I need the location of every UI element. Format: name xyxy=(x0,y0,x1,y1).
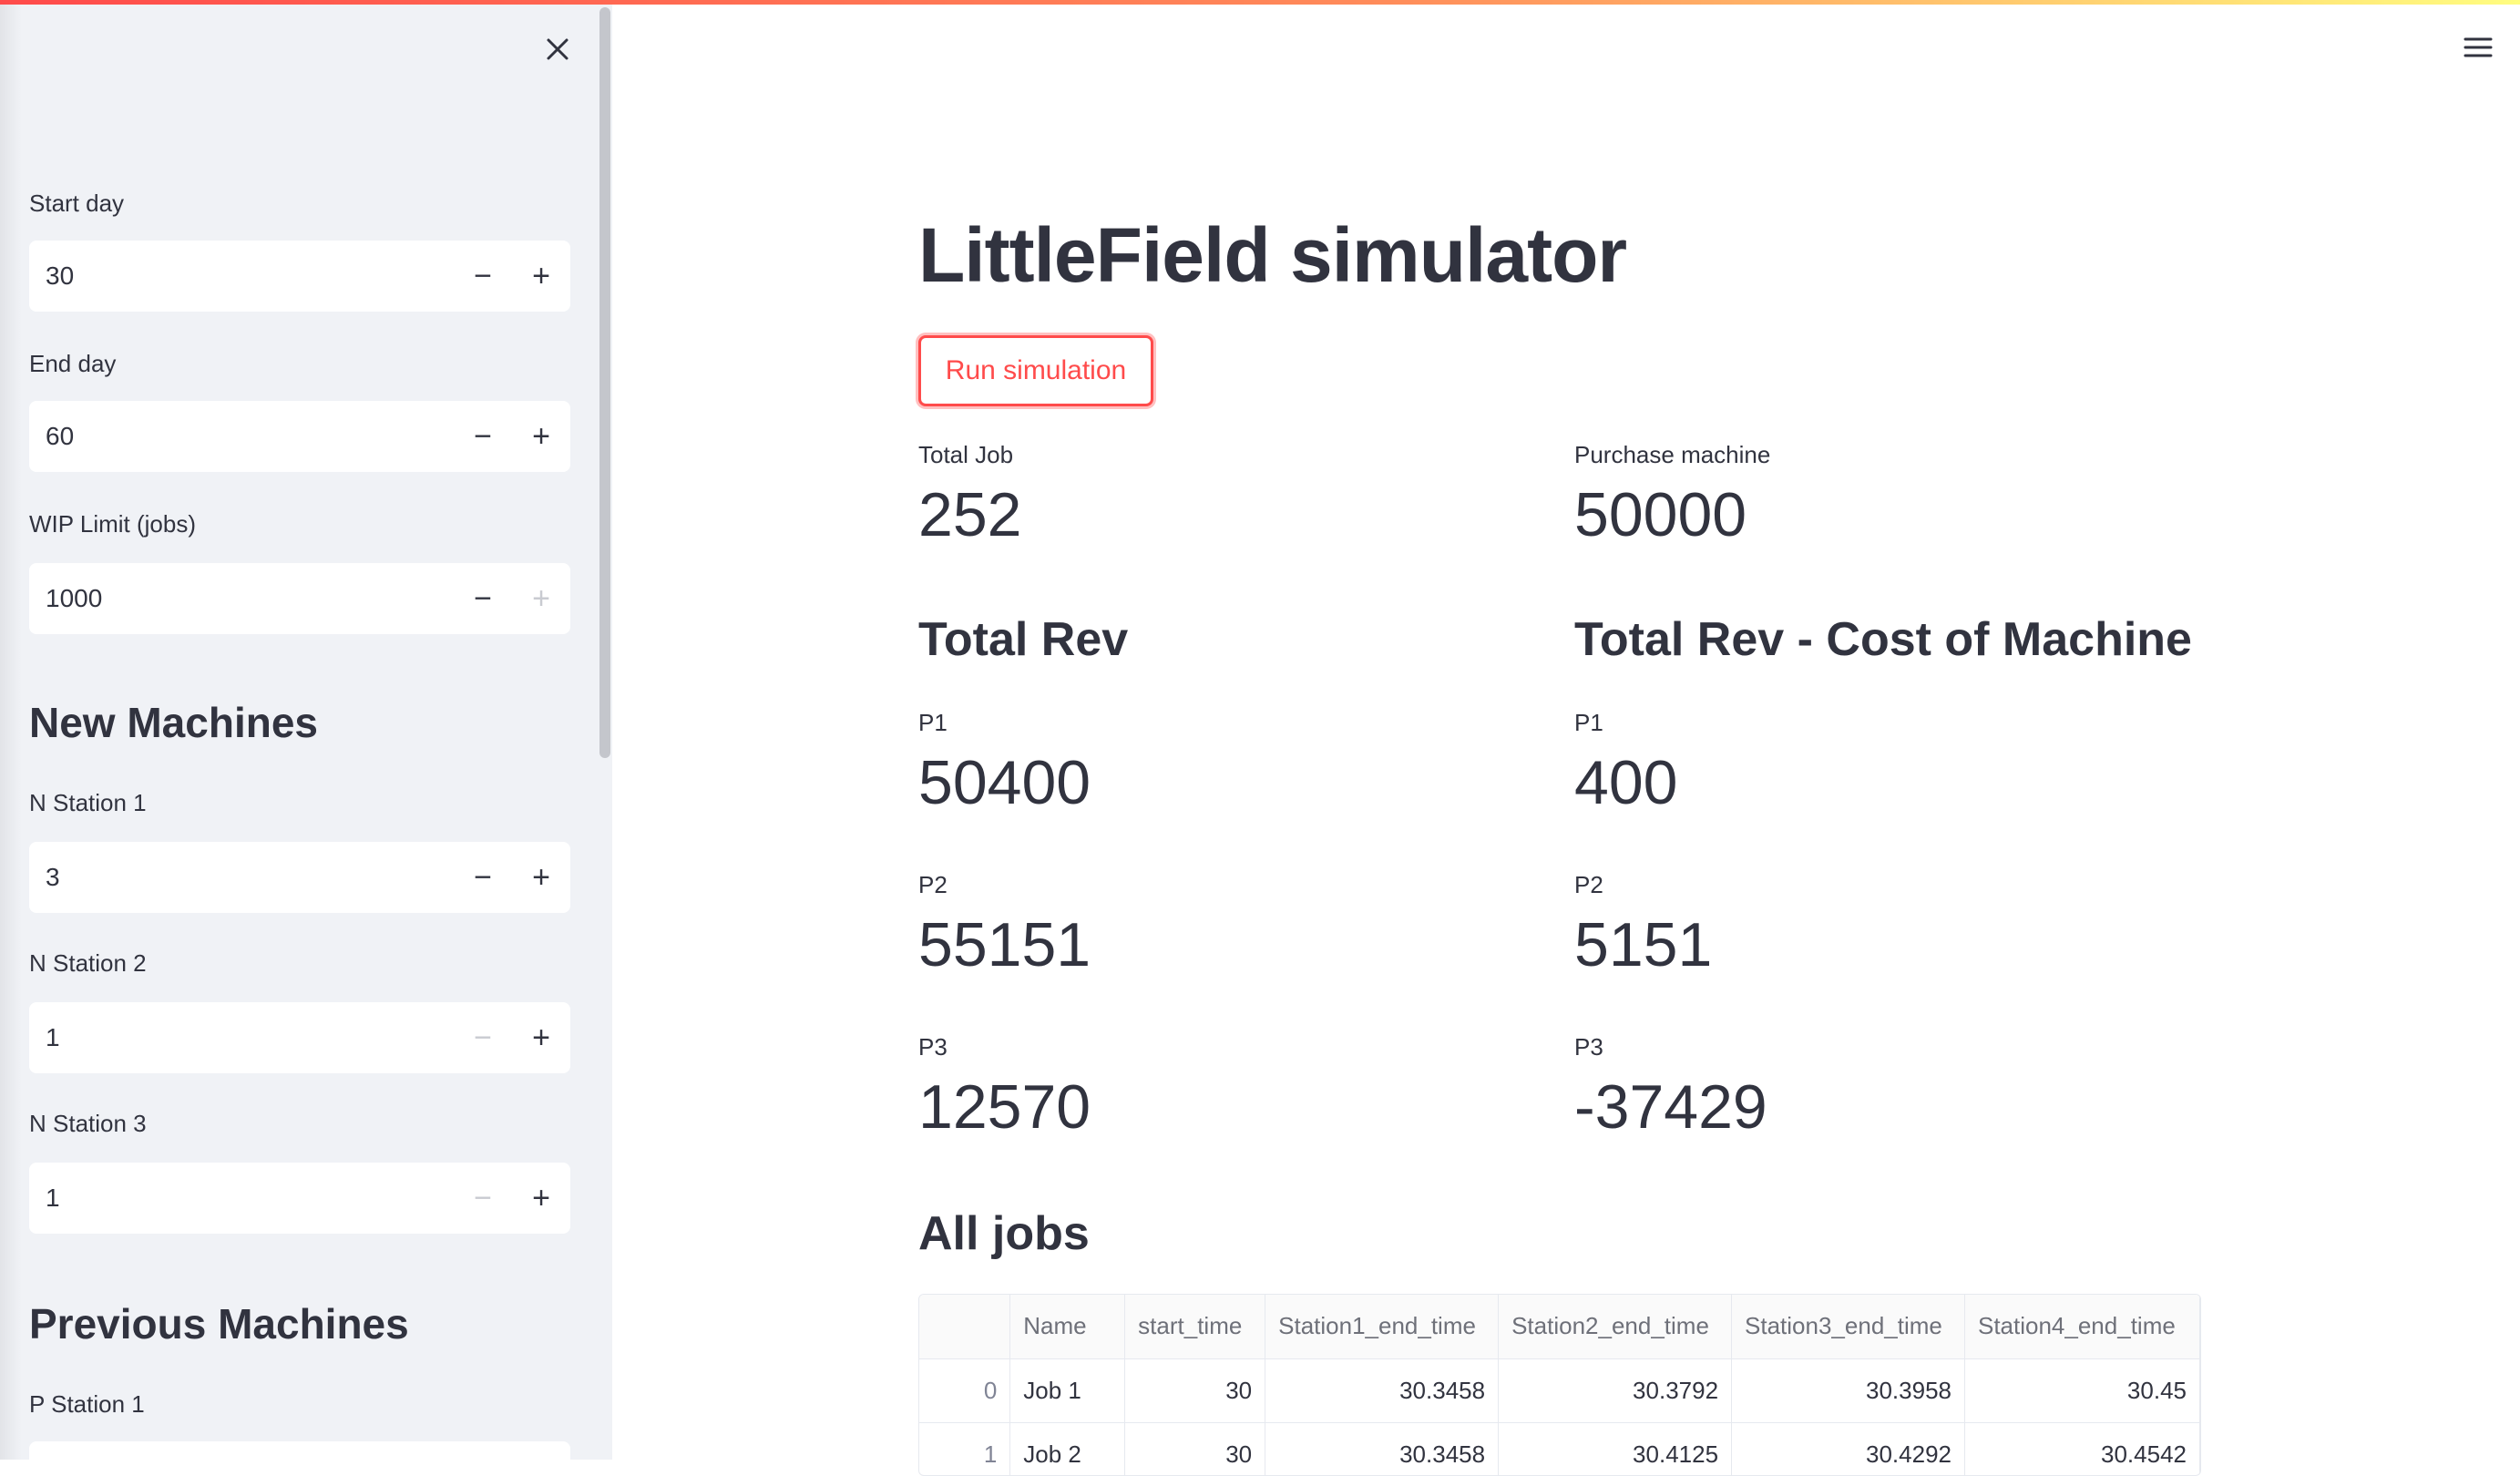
total-rev-p2-label: P2 xyxy=(918,871,948,898)
column-header-name[interactable]: Name xyxy=(1009,1295,1126,1359)
cell-station4-end-time[interactable]: 30.45 xyxy=(1964,1358,2200,1423)
total-job-label: Total Job xyxy=(918,441,1014,468)
start-day-label: Start day xyxy=(29,190,125,217)
sidebar-scrollbar[interactable] xyxy=(599,7,610,758)
start-day-decrement-button[interactable]: − xyxy=(454,241,512,312)
sidebar: Start day 30 − + End day 60 − + WIP Limi… xyxy=(0,0,612,1460)
column-header-start-time[interactable]: start_time xyxy=(1124,1295,1266,1359)
table-header-row: Name start_time Station1_end_time Statio… xyxy=(919,1295,2200,1359)
all-jobs-heading: All jobs xyxy=(918,1207,1090,1260)
column-header-station2-end-time[interactable]: Station2_end_time xyxy=(1498,1295,1733,1359)
column-header-station3-end-time[interactable]: Station3_end_time xyxy=(1731,1295,1965,1359)
run-simulation-button[interactable]: Run simulation xyxy=(918,335,1153,406)
sidebar-shadow xyxy=(0,0,22,1460)
column-header-station4-end-time[interactable]: Station4_end_time xyxy=(1964,1295,2200,1359)
n-station-3-value[interactable]: 1 xyxy=(29,1184,454,1213)
cell-name[interactable]: Job 1 xyxy=(1009,1358,1126,1423)
net-rev-p3-label: P3 xyxy=(1574,1033,1603,1061)
n-station-1-decrement-button[interactable]: − xyxy=(454,842,512,913)
total-job-value: 252 xyxy=(918,480,1022,549)
start-day-increment-button[interactable]: + xyxy=(512,241,570,312)
end-day-increment-button[interactable]: + xyxy=(512,401,570,472)
p-station-1-input[interactable] xyxy=(29,1441,570,1460)
total-rev-minus-cost-heading: Total Rev - Cost of Machine xyxy=(1574,613,2192,666)
n-station-2-increment-button[interactable]: + xyxy=(512,1002,570,1073)
end-day-input[interactable]: 60 − + xyxy=(29,401,570,472)
cell-station1-end-time[interactable]: 30.3458 xyxy=(1265,1358,1500,1423)
n-station-1-input[interactable]: 3 − + xyxy=(29,842,570,913)
n-station-1-label: N Station 1 xyxy=(29,789,147,816)
wip-limit-label: WIP Limit (jobs) xyxy=(29,510,196,538)
end-day-decrement-button[interactable]: − xyxy=(454,401,512,472)
previous-machines-heading: Previous Machines xyxy=(29,1300,409,1348)
wip-limit-input[interactable]: 1000 − + xyxy=(29,563,570,634)
top-decoration-bar xyxy=(0,0,2520,5)
start-day-value[interactable]: 30 xyxy=(29,261,454,291)
net-rev-p3-value: -37429 xyxy=(1574,1072,1767,1142)
page-title: LittleField simulator xyxy=(918,212,1627,298)
p-station-1-label: P Station 1 xyxy=(29,1390,145,1418)
cell-station4-end-time[interactable]: 30.4542 xyxy=(1964,1422,2200,1475)
cell-station3-end-time[interactable]: 30.4292 xyxy=(1731,1422,1965,1475)
net-rev-p1-label: P1 xyxy=(1574,709,1603,736)
total-rev-p1-label: P1 xyxy=(918,709,948,736)
table-row[interactable]: 1 Job 2 30 30.3458 30.4125 30.4292 30.45… xyxy=(919,1422,2200,1475)
end-day-value[interactable]: 60 xyxy=(29,422,454,451)
new-machines-heading: New Machines xyxy=(29,699,318,746)
n-station-3-label: N Station 3 xyxy=(29,1110,147,1137)
row-index: 1 xyxy=(919,1422,1011,1475)
net-rev-p2-value: 5151 xyxy=(1574,910,1713,979)
close-sidebar-button[interactable] xyxy=(538,29,578,69)
n-station-2-label: N Station 2 xyxy=(29,949,147,977)
jobs-table[interactable]: Name start_time Station1_end_time Statio… xyxy=(918,1294,2201,1476)
wip-limit-value[interactable]: 1000 xyxy=(29,584,454,613)
main-menu-button[interactable] xyxy=(2458,27,2498,67)
purchase-machine-value: 50000 xyxy=(1574,480,1747,549)
end-day-label: End day xyxy=(29,350,117,377)
n-station-2-value[interactable]: 1 xyxy=(29,1023,454,1052)
n-station-2-input[interactable]: 1 − + xyxy=(29,1002,570,1073)
cell-name[interactable]: Job 2 xyxy=(1009,1422,1126,1475)
total-rev-p3-label: P3 xyxy=(918,1033,948,1061)
wip-limit-decrement-button[interactable]: − xyxy=(454,563,512,634)
total-rev-heading: Total Rev xyxy=(918,613,1129,666)
n-station-1-increment-button[interactable]: + xyxy=(512,842,570,913)
cell-station1-end-time[interactable]: 30.3458 xyxy=(1265,1422,1500,1475)
purchase-machine-label: Purchase machine xyxy=(1574,441,1771,468)
cell-station2-end-time[interactable]: 30.3792 xyxy=(1498,1358,1733,1423)
close-icon xyxy=(547,38,569,60)
column-header-station1-end-time[interactable]: Station1_end_time xyxy=(1265,1295,1500,1359)
table-row[interactable]: 0 Job 1 30 30.3458 30.3792 30.3958 30.45 xyxy=(919,1358,2200,1423)
n-station-3-decrement-button[interactable]: − xyxy=(454,1163,512,1234)
cell-start-time[interactable]: 30 xyxy=(1124,1422,1266,1475)
hamburger-menu-icon xyxy=(2464,37,2493,57)
n-station-3-input[interactable]: 1 − + xyxy=(29,1163,570,1234)
cell-station2-end-time[interactable]: 30.4125 xyxy=(1498,1422,1733,1475)
row-index: 0 xyxy=(919,1358,1011,1423)
net-rev-p1-value: 400 xyxy=(1574,748,1678,817)
total-rev-p3-value: 12570 xyxy=(918,1072,1091,1142)
wip-limit-increment-button[interactable]: + xyxy=(512,563,570,634)
total-rev-p1-value: 50400 xyxy=(918,748,1091,817)
total-rev-p2-value: 55151 xyxy=(918,910,1091,979)
n-station-3-increment-button[interactable]: + xyxy=(512,1163,570,1234)
n-station-2-decrement-button[interactable]: − xyxy=(454,1002,512,1073)
cell-station3-end-time[interactable]: 30.3958 xyxy=(1731,1358,1965,1423)
cell-start-time[interactable]: 30 xyxy=(1124,1358,1266,1423)
column-header-index[interactable] xyxy=(919,1295,1011,1359)
start-day-input[interactable]: 30 − + xyxy=(29,241,570,312)
n-station-1-value[interactable]: 3 xyxy=(29,863,454,892)
net-rev-p2-label: P2 xyxy=(1574,871,1603,898)
